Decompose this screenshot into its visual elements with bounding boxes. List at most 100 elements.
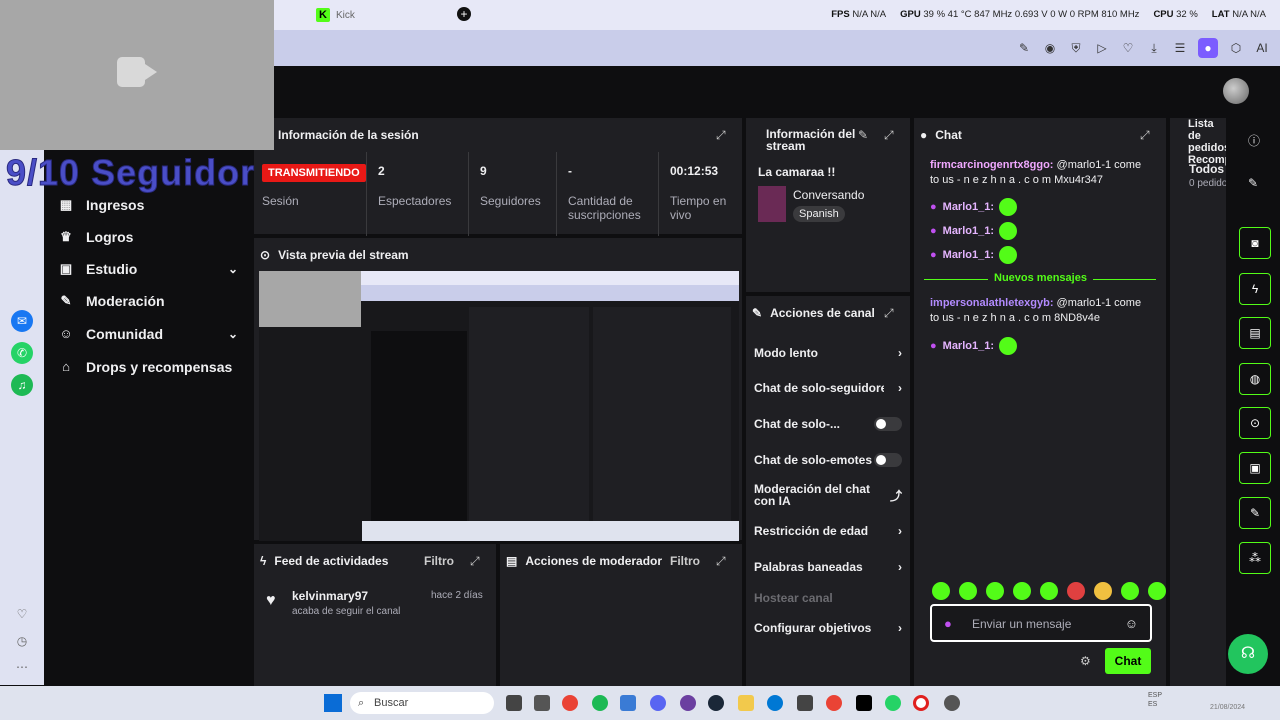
app-icon[interactable] xyxy=(680,695,696,711)
expand-icon[interactable]: ⤢ xyxy=(1140,128,1150,143)
expand-icon[interactable]: ⤢ xyxy=(884,306,894,321)
category-thumbnail[interactable] xyxy=(758,186,786,222)
camera-icon[interactable]: ◙ xyxy=(1239,227,1271,259)
tab-all[interactable]: Todos xyxy=(1189,162,1224,176)
session-time: 00:12:53 Tiempo en vivo xyxy=(670,164,727,222)
sidebar-item-estudio[interactable]: ▣ Estudio ⌄ xyxy=(58,261,238,277)
emote-icon[interactable] xyxy=(959,582,977,600)
chat-send-button[interactable]: Chat xyxy=(1105,648,1151,674)
taskbar-date[interactable]: 21/08/2024 xyxy=(1210,704,1245,711)
folder-icon[interactable] xyxy=(738,695,754,711)
new-messages-label: Nuevos mensajes xyxy=(988,272,1093,284)
emote-icon[interactable] xyxy=(1013,582,1031,600)
emote-icon[interactable] xyxy=(1121,582,1139,600)
download-icon[interactable]: ⤓ xyxy=(1146,41,1162,56)
subs-only-toggle[interactable] xyxy=(874,417,902,431)
emotes-only-toggle[interactable] xyxy=(874,453,902,467)
emote-icon[interactable] xyxy=(986,582,1004,600)
expand-icon[interactable]: ⤢ xyxy=(884,128,894,143)
app-icon[interactable] xyxy=(620,695,636,711)
taskbar-search[interactable]: ⌕ Buscar xyxy=(350,692,494,714)
ai-moderation-row[interactable]: Moderación del chat con IA ⤴ xyxy=(754,483,902,507)
store-icon[interactable] xyxy=(797,695,813,711)
messenger-icon[interactable]: ✉ xyxy=(11,310,33,332)
language-indicator[interactable]: ESP ES xyxy=(1148,691,1166,709)
shield-icon[interactable]: ⛨ xyxy=(1068,41,1084,56)
document-icon[interactable]: ▤ xyxy=(1239,317,1271,349)
emote-icon[interactable] xyxy=(1067,582,1085,600)
new-tab-button[interactable]: + xyxy=(457,7,471,21)
edit-icon[interactable]: ✎ xyxy=(1248,176,1258,190)
steam-icon[interactable] xyxy=(708,695,724,711)
bolt-icon[interactable]: ϟ xyxy=(1239,273,1271,305)
more-icon[interactable]: ⋯ xyxy=(11,656,33,678)
camera-icon[interactable]: ◉ xyxy=(1042,41,1058,55)
banned-words-row[interactable]: Palabras baneadas › xyxy=(754,560,902,574)
sidebar-item-comunidad[interactable]: ☺ Comunidad ⌄ xyxy=(58,326,238,342)
discord-icon[interactable] xyxy=(650,695,666,711)
sidebar-item-drops[interactable]: ⌂ Drops y recompensas xyxy=(58,359,238,375)
task-view-icon[interactable] xyxy=(506,695,522,711)
headset-icon[interactable]: ☊ xyxy=(1228,634,1268,674)
emote-icon[interactable] xyxy=(932,582,950,600)
slow-mode-row[interactable]: Modo lento › xyxy=(754,346,902,360)
chat-panel: ● Chat ⤢ firmcarcinogenrtx8ggo: @marlo1-… xyxy=(914,118,1166,686)
layout-icon[interactable]: ▣ xyxy=(1239,452,1271,484)
tiktok-icon[interactable] xyxy=(856,695,872,711)
stream-preview-video[interactable] xyxy=(259,271,739,541)
chrome-icon[interactable] xyxy=(562,695,578,711)
opera-icon[interactable] xyxy=(913,695,929,711)
age-restriction-row[interactable]: Restricción de edad › xyxy=(754,524,902,538)
rewards-count: 0 pedidos xyxy=(1189,178,1226,189)
panel-title: Información del stream xyxy=(766,127,856,153)
emote-icon[interactable] xyxy=(1148,582,1166,600)
obs-icon[interactable] xyxy=(944,695,960,711)
info-icon[interactable]: ⓘ xyxy=(1248,132,1260,149)
category-name[interactable]: Conversando xyxy=(793,188,864,202)
heart-icon[interactable]: ♡ xyxy=(1120,41,1136,55)
session-live: TRANSMITIENDO Sesión xyxy=(262,164,366,208)
sidebar-item-moderacion[interactable]: ✎ Moderación xyxy=(58,293,238,309)
sidebar-item-logros[interactable]: ♛ Logros xyxy=(58,229,238,245)
filter-button[interactable]: Filtro xyxy=(424,554,454,568)
edit-icon[interactable]: ✎ xyxy=(1016,41,1032,55)
emoji-icon[interactable]: ☺ xyxy=(1125,616,1138,631)
menu-icon[interactable]: ☰ xyxy=(1172,41,1188,55)
profile-icon[interactable]: ● xyxy=(1198,38,1218,58)
edge-icon[interactable] xyxy=(767,695,783,711)
filter-button[interactable]: Filtro xyxy=(670,554,700,568)
avatar[interactable] xyxy=(1223,78,1249,104)
chevron-right-icon: › xyxy=(898,346,902,360)
cube-icon[interactable]: ⬡ xyxy=(1228,41,1244,55)
chrome-icon[interactable] xyxy=(826,695,842,711)
emote-icon[interactable] xyxy=(1094,582,1112,600)
wrench-icon[interactable]: ✎ xyxy=(1239,497,1271,529)
followers-only-row[interactable]: Chat de solo-seguidores › xyxy=(754,381,902,395)
whatsapp-icon[interactable]: ✆ xyxy=(11,342,33,364)
history-icon[interactable]: ◷ xyxy=(11,630,33,652)
expand-icon[interactable]: ⤢ xyxy=(716,554,726,569)
spotify-icon[interactable] xyxy=(592,695,608,711)
gear-icon[interactable]: ⚙ xyxy=(1080,654,1091,668)
chat-icon[interactable]: ◍ xyxy=(1239,363,1271,395)
chat-input[interactable]: ● Enviar un mensaje ☺ xyxy=(930,604,1152,642)
goals-row[interactable]: Configurar objetivos › xyxy=(754,621,902,635)
emote-icon[interactable] xyxy=(1040,582,1058,600)
panel-title: ● Chat xyxy=(920,128,962,142)
play-icon[interactable]: ▷ xyxy=(1094,41,1110,55)
whatsapp-icon[interactable] xyxy=(885,695,901,711)
broadcast-icon[interactable]: ⊙ xyxy=(1239,407,1271,439)
windows-start-icon[interactable] xyxy=(324,694,342,712)
expand-icon[interactable]: ⤢ xyxy=(716,128,726,143)
studio-icon: ▣ xyxy=(59,261,73,276)
widgets-icon[interactable] xyxy=(534,695,550,711)
sidebar-item-ingresos[interactable]: ▦ Ingresos xyxy=(58,197,238,213)
browser-tab[interactable]: K Kick xyxy=(316,6,355,24)
heart-icon[interactable]: ♡ xyxy=(11,603,33,625)
spotify-icon[interactable]: ♫ xyxy=(11,374,33,396)
edit-icon[interactable]: ✎ xyxy=(858,128,868,142)
share-icon[interactable]: ⁂ xyxy=(1239,542,1271,574)
ai-button[interactable]: AI xyxy=(1254,41,1270,55)
activity-user[interactable]: kelvinmary97 xyxy=(292,589,368,603)
expand-icon[interactable]: ⤢ xyxy=(470,554,480,569)
